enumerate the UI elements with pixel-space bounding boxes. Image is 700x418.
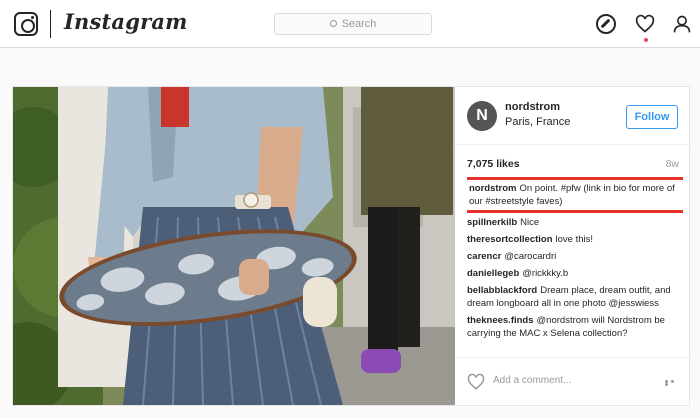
instagram-camera-icon[interactable]: [14, 12, 38, 36]
comment-text: love this!: [555, 234, 594, 245]
activity-heart-icon[interactable]: [635, 14, 655, 34]
post-card: N nordstrom Paris, France Follow 7,075 l…: [12, 86, 691, 406]
post-header: N nordstrom Paris, France Follow: [455, 87, 691, 145]
search-placeholder: Search: [341, 18, 377, 30]
comment-item: bellabblackford Dream place, dream outfit…: [467, 284, 683, 310]
comment-username[interactable]: carencr: [467, 251, 501, 262]
post-photo[interactable]: [13, 87, 455, 405]
comments-list: nordstrom On point. #pfw (link in bio for…: [467, 177, 683, 355]
post-location[interactable]: Paris, France: [505, 116, 570, 128]
comment-text[interactable]: @carocardri: [504, 251, 556, 262]
comment-username[interactable]: theknees.finds: [467, 315, 534, 326]
post-timestamp: 8w: [665, 158, 679, 170]
notification-dot: [644, 38, 648, 42]
caption-username[interactable]: nordstrom: [469, 183, 517, 194]
more-options-icon[interactable]: [665, 380, 681, 386]
comment-username[interactable]: spillnerkilb: [467, 217, 517, 228]
comment-text[interactable]: @rickkky.b: [522, 268, 568, 279]
profile-user-icon[interactable]: [672, 14, 692, 34]
logo-divider: [50, 10, 51, 38]
comment-item: spillnerkilb Nice: [467, 216, 683, 229]
likes-count[interactable]: 7,075 likes: [467, 158, 520, 170]
like-heart-icon[interactable]: [467, 373, 485, 391]
comment-item: carencr @carocardri: [467, 250, 683, 263]
comment-username[interactable]: daniellegeb: [467, 268, 519, 279]
comment-item: daniellegeb @rickkky.b: [467, 267, 683, 280]
comment-username[interactable]: theresortcollection: [467, 234, 553, 245]
post-actions: Add a comment...: [455, 357, 691, 405]
avatar[interactable]: N: [467, 101, 497, 131]
comment-item: theresortcollection love this!: [467, 233, 683, 246]
author-username[interactable]: nordstrom: [505, 101, 560, 113]
search-input[interactable]: Search: [274, 13, 432, 35]
explore-compass-icon[interactable]: [596, 14, 616, 34]
comment-username[interactable]: bellabblackford: [467, 285, 537, 296]
top-nav: Instagram Search: [0, 0, 700, 48]
post-sidebar: N nordstrom Paris, France Follow 7,075 l…: [455, 87, 691, 405]
comment-item: theknees.finds @nordstrom will Nordstrom …: [467, 314, 683, 340]
instagram-wordmark[interactable]: Instagram: [64, 9, 188, 34]
caption-highlighted: nordstrom On point. #pfw (link in bio for…: [467, 177, 683, 213]
search-icon: [329, 20, 337, 27]
comment-text: Nice: [520, 217, 540, 228]
follow-button[interactable]: Follow: [626, 105, 678, 129]
add-comment-input[interactable]: Add a comment...: [493, 375, 571, 386]
